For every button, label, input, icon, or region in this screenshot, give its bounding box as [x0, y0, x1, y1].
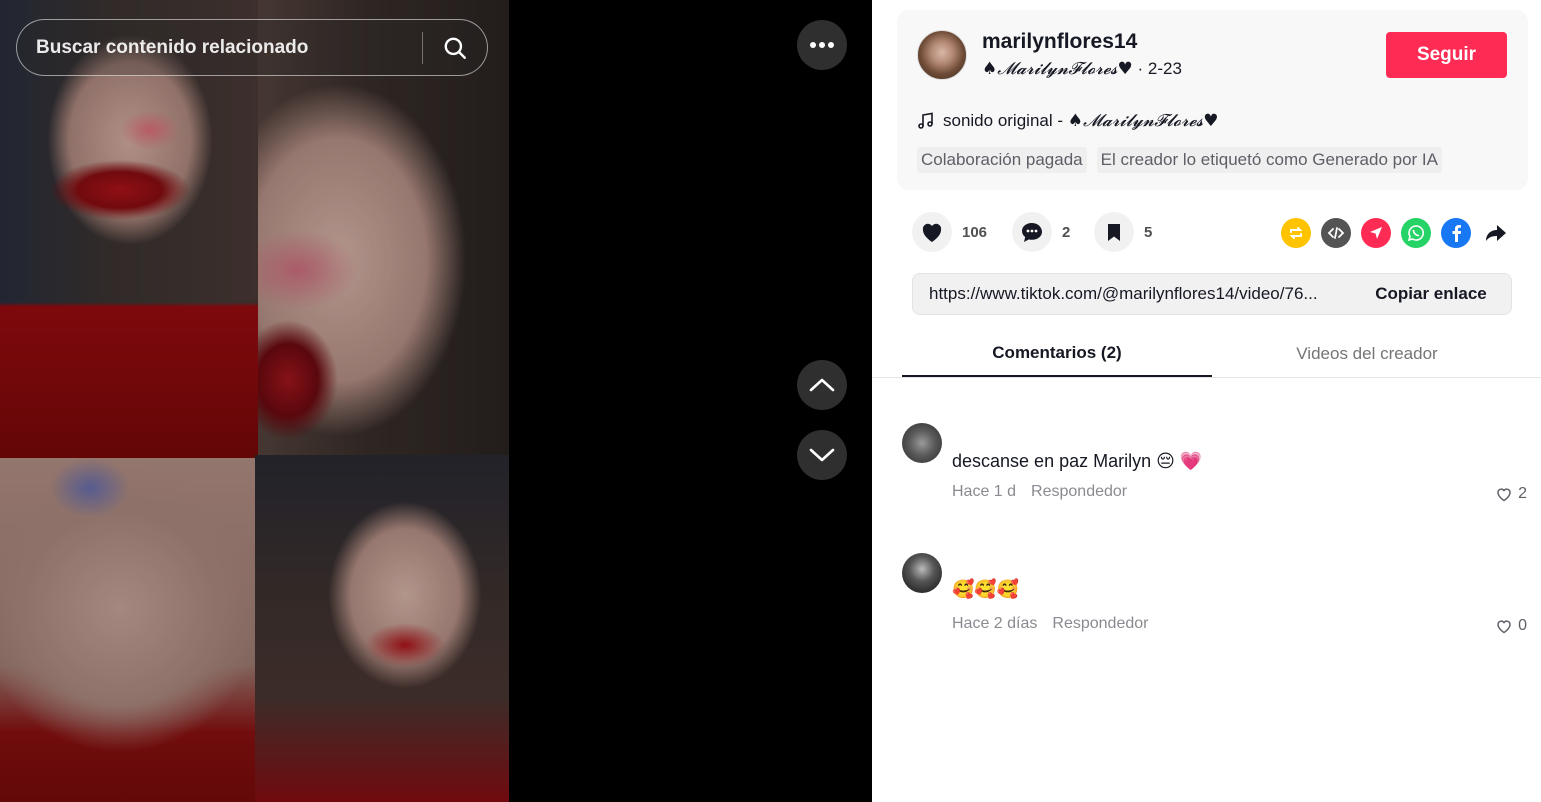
- comment-text: 🥰🥰🥰: [952, 579, 1020, 599]
- search-input[interactable]: [17, 20, 422, 75]
- chevron-up-icon: [809, 378, 835, 392]
- bookmark-icon: [1108, 224, 1120, 241]
- heart-outline-icon: [1497, 619, 1511, 633]
- music-author: ♠𝓜𝓪𝓻𝓲𝓵𝔂𝓷𝓕𝓵𝓸𝓻𝓮𝓼♥: [1067, 111, 1219, 131]
- comment-meta: Hace 2 días Respondedor: [952, 615, 1148, 633]
- panel-tabs: Comentarios (2) Videos del creador: [872, 330, 1541, 378]
- comment-text: descanse en paz Marilyn 😔 💗: [952, 451, 1203, 471]
- comment-like-count: 0: [1518, 617, 1527, 634]
- embed-icon: [1327, 227, 1345, 239]
- chevron-down-icon: [809, 448, 835, 462]
- comment-button[interactable]: 2: [1012, 212, 1070, 252]
- details-panel: marilynflores14 ♠𝓜𝓪𝓻𝓲𝓵𝔂𝓷𝓕𝓵𝓸𝓻𝓮𝓼♥ · 2-23 S…: [872, 0, 1541, 802]
- avatar[interactable]: [917, 30, 967, 80]
- content-labels: Colaboración pagada El creador lo etique…: [917, 147, 1442, 173]
- action-bar: 106 2 5: [912, 212, 1512, 256]
- ai-generated-label[interactable]: El creador lo etiquetó como Generado por…: [1096, 147, 1442, 173]
- previous-video-button[interactable]: [797, 360, 847, 410]
- comment-meta: Hace 1 d Respondedor: [952, 483, 1127, 501]
- comment-count: 2: [1062, 223, 1071, 241]
- tab-creator-videos[interactable]: Videos del creador: [1212, 330, 1522, 377]
- comment-time: Hace 1 d: [952, 483, 1017, 500]
- copy-link-button[interactable]: Copiar enlace: [1351, 274, 1511, 314]
- comment-item: 🥰🥰🥰 Hace 2 días Respondedor 0: [902, 553, 1527, 643]
- reply-button[interactable]: Respondedor: [1052, 615, 1148, 633]
- music-prefix: sonido original -: [943, 111, 1068, 130]
- commenter-avatar[interactable]: [902, 423, 942, 463]
- whatsapp-share-button[interactable]: [1401, 218, 1431, 248]
- save-button[interactable]: 5: [1094, 212, 1152, 252]
- display-name: ♠𝓜𝓪𝓻𝓲𝓵𝔂𝓷𝓕𝓵𝓸𝓻𝓮𝓼♥: [982, 59, 1133, 79]
- heart-icon: [922, 223, 942, 242]
- save-count: 5: [1144, 223, 1153, 241]
- comment-like-button[interactable]: 0: [1496, 617, 1527, 635]
- music-note-icon: [918, 112, 933, 129]
- like-button[interactable]: 106: [912, 212, 987, 252]
- post-date: · 2-23: [1132, 59, 1182, 78]
- related-search-bar[interactable]: [16, 19, 488, 76]
- author-subline: ♠𝓜𝓪𝓻𝓲𝓵𝔂𝓷𝓕𝓵𝓸𝓻𝓮𝓼♥ · 2-23: [982, 59, 1182, 79]
- video-frame[interactable]: [0, 0, 509, 802]
- video-overlay: [0, 0, 509, 802]
- more-options-button[interactable]: [797, 20, 847, 70]
- repost-icon: [1289, 227, 1303, 239]
- share-more-button[interactable]: [1481, 218, 1511, 248]
- video-player[interactable]: [0, 0, 872, 802]
- comment-like-button[interactable]: 2: [1496, 485, 1527, 503]
- reply-button[interactable]: Respondedor: [1031, 483, 1127, 501]
- comment-icon: [1022, 223, 1042, 242]
- share-link-box: https://www.tiktok.com/@marilynflores14/…: [912, 273, 1512, 315]
- search-icon: [444, 37, 466, 59]
- send-icon: [1370, 227, 1382, 239]
- facebook-share-button[interactable]: [1441, 218, 1471, 248]
- heart-outline-icon: [1497, 487, 1511, 501]
- comment-time: Hace 2 días: [952, 615, 1038, 632]
- more-icon: [810, 42, 834, 48]
- commenter-avatar[interactable]: [902, 553, 942, 593]
- facebook-icon: [1452, 225, 1462, 242]
- next-video-button[interactable]: [797, 430, 847, 480]
- whatsapp-icon: [1407, 225, 1424, 242]
- like-count: 106: [962, 223, 988, 241]
- repost-button[interactable]: [1281, 218, 1311, 248]
- comment-item: descanse en paz Marilyn 😔 💗 Hace 1 d Res…: [902, 423, 1527, 513]
- tab-comments[interactable]: Comentarios (2): [902, 330, 1212, 377]
- paid-collab-label[interactable]: Colaboración pagada: [917, 147, 1087, 173]
- embed-button[interactable]: [1321, 218, 1351, 248]
- share-arrow-icon: [1486, 225, 1506, 241]
- search-button[interactable]: [423, 20, 487, 75]
- post-info-card: marilynflores14 ♠𝓜𝓪𝓻𝓲𝓵𝔂𝓷𝓕𝓵𝓸𝓻𝓮𝓼♥ · 2-23 S…: [897, 10, 1528, 190]
- send-to-friends-button[interactable]: [1361, 218, 1391, 248]
- music-link[interactable]: sonido original - ♠𝓜𝓪𝓻𝓲𝓵𝔂𝓷𝓕𝓵𝓸𝓻𝓮𝓼♥: [917, 111, 1219, 131]
- video-url[interactable]: https://www.tiktok.com/@marilynflores14/…: [913, 284, 1351, 304]
- username[interactable]: marilynflores14: [982, 30, 1137, 54]
- comment-like-count: 2: [1518, 485, 1527, 502]
- follow-button[interactable]: Seguir: [1386, 32, 1507, 78]
